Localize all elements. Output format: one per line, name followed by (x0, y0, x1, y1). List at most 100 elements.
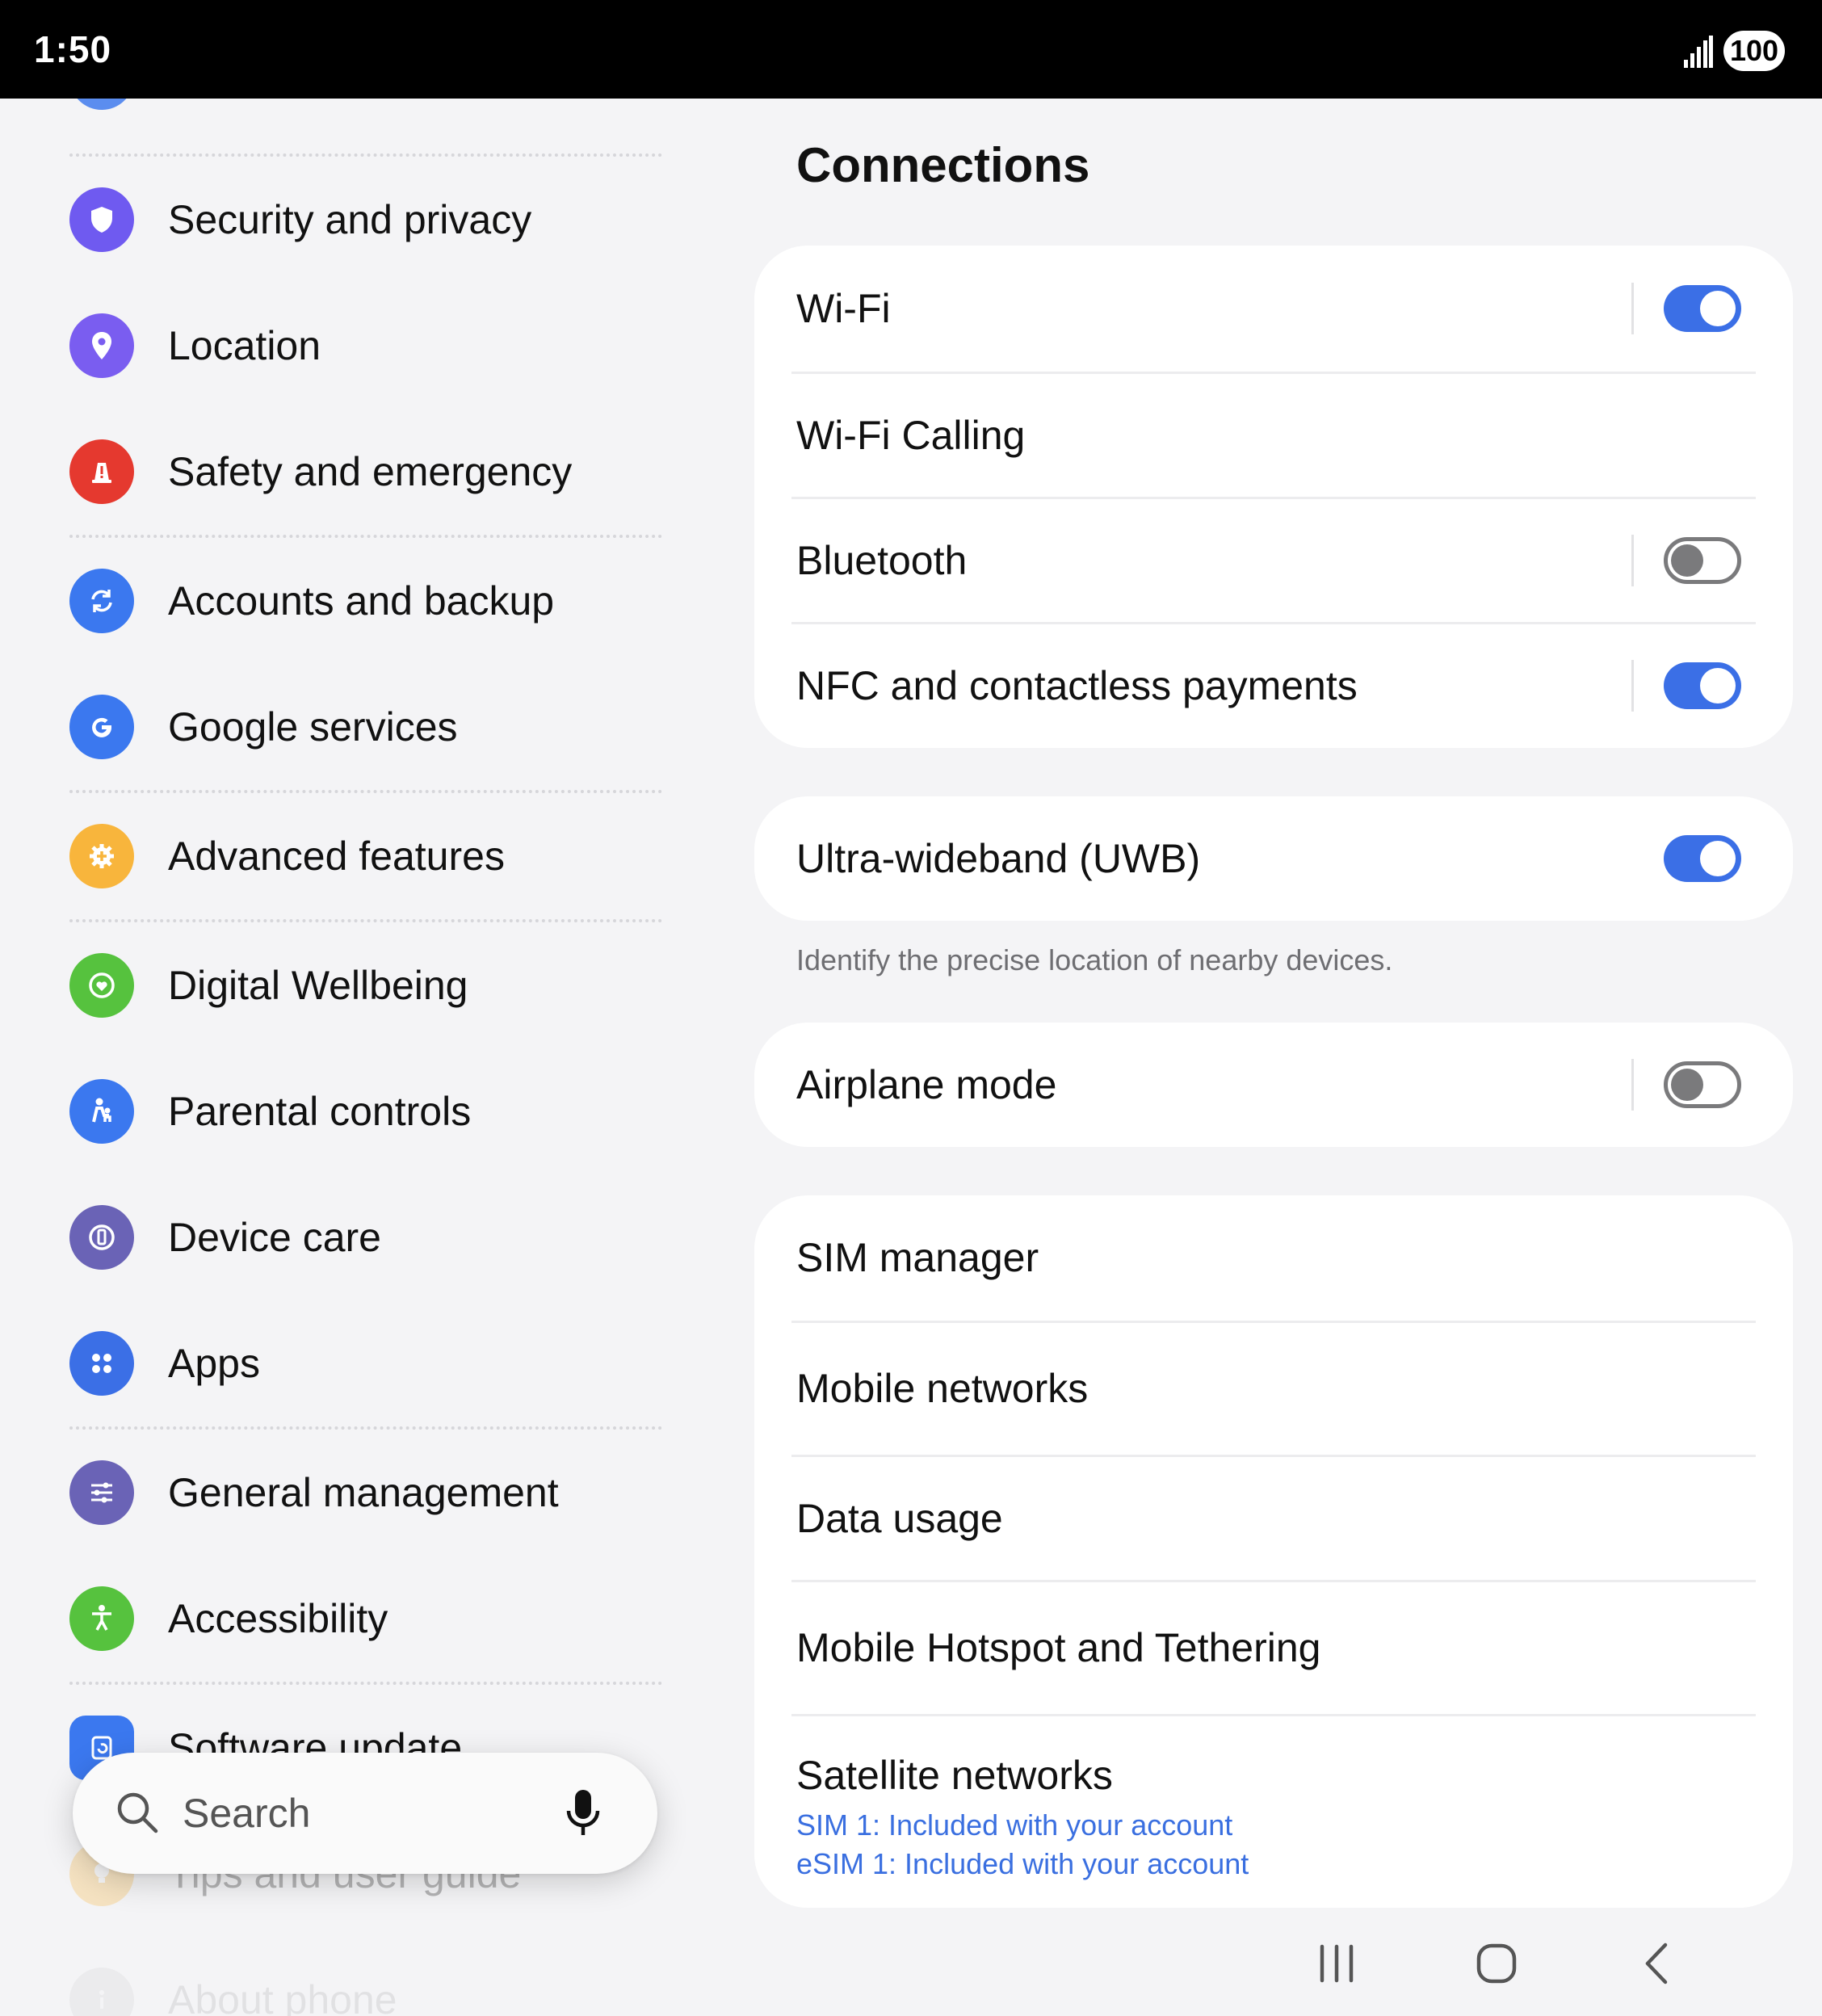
wifi-toggle[interactable] (1664, 285, 1741, 332)
sidebar-item-label: Safety and emergency (168, 449, 573, 494)
sidebar-item-general-management[interactable]: General management (69, 1444, 683, 1541)
data-usage-label: Data usage (796, 1496, 1003, 1541)
wifi-calling-row[interactable]: Wi-Fi Calling (754, 374, 1793, 497)
sidebar-item-advanced-features[interactable]: Advanced features (69, 808, 683, 905)
search-input[interactable]: Search (183, 1753, 310, 1874)
sidebar-item-parental-controls[interactable]: Parental controls (69, 1063, 683, 1160)
page-title: Connections (796, 138, 1090, 192)
sidebar-item-accessibility[interactable]: Accessibility (69, 1570, 683, 1667)
sidebar-item-label: About phone (168, 1977, 397, 2016)
toggle-knob (1700, 841, 1736, 876)
sliders-icon (69, 1460, 134, 1525)
sidebar-item-label: Apps (168, 1341, 260, 1386)
divider (69, 919, 662, 922)
divider (69, 1426, 662, 1430)
airplane-card: Airplane mode (754, 1023, 1793, 1147)
bluetooth-toggle[interactable] (1664, 537, 1741, 584)
mobile-networks-row[interactable]: Mobile networks (754, 1323, 1793, 1455)
uwb-card: Ultra-wideband (UWB) (754, 796, 1793, 921)
recents-icon[interactable] (1308, 1935, 1365, 1992)
row-separator (1631, 1059, 1634, 1111)
sidebar-item-safety[interactable]: Safety and emergency (69, 423, 683, 520)
connections-card-network: SIM manager Mobile networks Data usage M… (754, 1195, 1793, 1908)
nfc-toggle[interactable] (1664, 662, 1741, 709)
back-icon[interactable] (1630, 1935, 1686, 1992)
sidebar-item-label: Advanced features (168, 834, 505, 879)
sidebar-item-digital-wellbeing[interactable]: Digital Wellbeing (69, 937, 683, 1034)
row-separator (1631, 283, 1634, 334)
lock-icon (69, 99, 134, 110)
sidebar-item-label: Security and privacy (168, 197, 532, 242)
nfc-label: NFC and contactless payments (796, 663, 1358, 708)
data-usage-row[interactable]: Data usage (754, 1457, 1793, 1580)
location-pin-icon (69, 313, 134, 378)
sidebar-item-accounts[interactable]: Accounts and backup (69, 552, 683, 649)
gear-plus-icon (69, 824, 134, 888)
hotspot-label: Mobile Hotspot and Tethering (796, 1625, 1321, 1670)
sidebar-item-about-phone[interactable]: About phone (69, 1951, 683, 2016)
wifi-row[interactable]: Wi-Fi (754, 246, 1793, 372)
home-icon[interactable] (1468, 1935, 1525, 1992)
mobile-networks-label: Mobile networks (796, 1366, 1089, 1411)
search-bar[interactable]: Search (73, 1753, 657, 1874)
bluetooth-row[interactable]: Bluetooth (754, 499, 1793, 622)
row-separator (1631, 535, 1634, 586)
signal-icon (1684, 36, 1713, 68)
uwb-label: Ultra-wideband (UWB) (796, 836, 1201, 881)
sidebar-item-label: Location (168, 323, 321, 368)
sidebar-item-lock-screen[interactable]: Lock screen and AOD (69, 99, 683, 126)
microphone-icon[interactable] (562, 1788, 604, 1838)
bluetooth-label: Bluetooth (796, 538, 968, 583)
satellite-networks-row[interactable]: Satellite networks SIM 1: Included with … (754, 1716, 1793, 1908)
sidebar-item-label: Accessibility (168, 1596, 388, 1641)
sidebar-item-label: Lock screen and AOD (168, 99, 560, 126)
heart-icon (69, 953, 134, 1018)
airplane-toggle[interactable] (1664, 1061, 1741, 1108)
sidebar-item-label: Parental controls (168, 1089, 472, 1134)
wifi-label: Wi-Fi (796, 286, 891, 331)
sidebar-item-security[interactable]: Security and privacy (69, 171, 683, 268)
sidebar-item-label: Device care (168, 1215, 381, 1260)
shield-icon (69, 187, 134, 252)
sidebar-item-location[interactable]: Location (69, 297, 683, 394)
airplane-row[interactable]: Airplane mode (754, 1023, 1793, 1147)
status-time: 1:50 (34, 28, 112, 70)
divider (69, 153, 662, 157)
toggle-knob (1700, 291, 1736, 326)
sidebar-item-label: Digital Wellbeing (168, 963, 468, 1008)
satellite-label: Satellite networks (796, 1753, 1113, 1798)
sidebar-item-label: Google services (168, 704, 458, 750)
toggle-knob (1700, 668, 1736, 704)
apps-grid-icon (69, 1331, 134, 1396)
uwb-toggle[interactable] (1664, 835, 1741, 882)
wifi-calling-label: Wi-Fi Calling (796, 413, 1026, 458)
info-icon (69, 1968, 134, 2016)
connections-card-main: Wi-Fi Wi-Fi Calling Bluetooth NFC and co… (754, 246, 1793, 748)
row-separator (1631, 660, 1634, 712)
uwb-row[interactable]: Ultra-wideband (UWB) (754, 796, 1793, 921)
satellite-sim1-status: SIM 1: Included with your account (796, 1808, 1233, 1842)
google-icon (69, 695, 134, 759)
sidebar-item-label: General management (168, 1470, 559, 1515)
sim-manager-row[interactable]: SIM manager (754, 1195, 1793, 1321)
settings-category-list[interactable]: Lock screen and AOD Security and privacy… (0, 99, 711, 2016)
hotspot-row[interactable]: Mobile Hotspot and Tethering (754, 1582, 1793, 1714)
sync-icon (69, 569, 134, 633)
sidebar-item-device-care[interactable]: Device care (69, 1189, 683, 1286)
search-icon (117, 1792, 158, 1833)
accessibility-icon (69, 1586, 134, 1651)
status-bar: 1:50 100 (0, 0, 1822, 99)
battery-badge: 100 (1723, 31, 1785, 71)
parent-child-icon (69, 1079, 134, 1144)
sim-manager-label: SIM manager (796, 1235, 1039, 1280)
nfc-row[interactable]: NFC and contactless payments (754, 624, 1793, 748)
sidebar-item-apps[interactable]: Apps (69, 1315, 683, 1412)
divider (69, 790, 662, 793)
device-care-icon (69, 1205, 134, 1270)
toggle-knob (1671, 544, 1703, 577)
toggle-knob (1671, 1069, 1703, 1101)
divider (69, 535, 662, 538)
sidebar-item-google[interactable]: Google services (69, 678, 683, 775)
airplane-label: Airplane mode (796, 1062, 1057, 1107)
divider (69, 1682, 662, 1685)
